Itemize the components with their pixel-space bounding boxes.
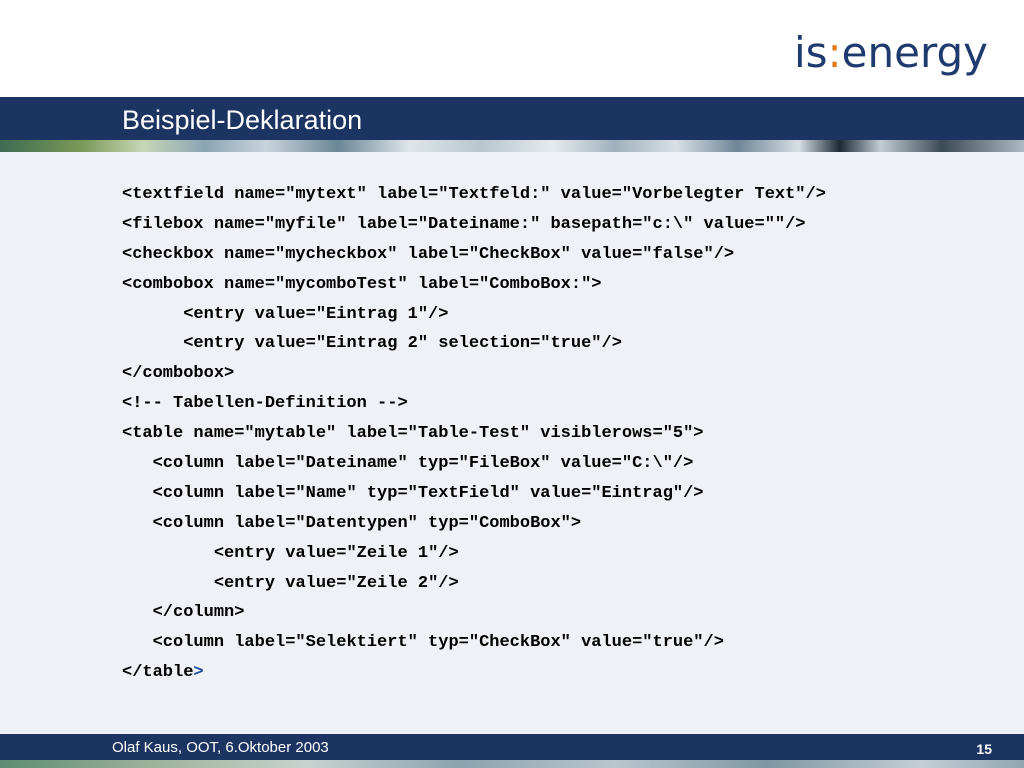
- footer-author-date: Olaf Kaus, OOT, 6.Oktober 2003: [112, 739, 329, 756]
- code-line: <column label="Datentypen" typ="ComboBox…: [122, 509, 1002, 539]
- code-text: <checkbox name="mycheckbox" label="Check…: [122, 244, 735, 264]
- code-text: <combobox name="mycomboTest" label="Comb…: [122, 274, 602, 294]
- code-line: <table name="mytable" label="Table-Test"…: [122, 419, 1002, 449]
- code-line: <filebox name="myfile" label="Dateiname:…: [122, 210, 1002, 240]
- page-number: 15: [976, 741, 992, 757]
- code-text: <textfield name="mytext" label="Textfeld…: [122, 185, 826, 204]
- code-text: </combobox>: [122, 364, 235, 384]
- decorative-photo-strip: [0, 140, 1024, 152]
- code-line: <checkbox name="mycheckbox" label="Check…: [122, 240, 1002, 270]
- code-line: <textfield name="mytext" label="Textfeld…: [122, 180, 1002, 210]
- code-line: <!-- Tabellen-Definition -->: [122, 389, 1002, 419]
- code-line: <entry value="Zeile 1"/>: [122, 539, 1002, 569]
- logo-colon: :: [827, 28, 842, 77]
- code-text: <entry value="Eintrag 1"/>: [183, 304, 449, 324]
- code-text: </column>: [152, 603, 245, 623]
- code-line: <entry value="Eintrag 2" selection="true…: [122, 329, 1002, 359]
- code-text: <column label="Selektiert" typ="CheckBox…: [152, 633, 724, 653]
- company-logo: is:energy: [794, 28, 988, 78]
- code-text-tail: >: [193, 663, 204, 683]
- code-text: </table: [122, 663, 194, 683]
- code-text: <table name="mytable" label="Table-Test"…: [122, 424, 704, 444]
- code-line: <combobox name="mycomboTest" label="Comb…: [122, 270, 1002, 300]
- code-text: <entry value="Eintrag 2" selection="true…: [183, 334, 622, 354]
- code-line: <entry value="Eintrag 1"/>: [122, 300, 1002, 330]
- logo-text-energy: energy: [841, 28, 988, 77]
- code-line: <column label="Selektiert" typ="CheckBox…: [122, 628, 1002, 658]
- decorative-bottom-strip: [0, 760, 1024, 768]
- code-block: <textfield name="mytext" label="Textfeld…: [122, 180, 1002, 688]
- code-text: <column label="Datentypen" typ="ComboBox…: [152, 513, 582, 533]
- code-text: <entry value="Zeile 1"/>: [213, 543, 459, 563]
- code-text: <!-- Tabellen-Definition -->: [122, 394, 408, 414]
- code-line: </column>: [122, 598, 1002, 628]
- code-line: <column label="Name" typ="TextField" val…: [122, 479, 1002, 509]
- code-line: <entry value="Zeile 2"/>: [122, 569, 1002, 599]
- code-text: <filebox name="myfile" label="Dateiname:…: [122, 214, 806, 234]
- code-text: <column label="Name" typ="TextField" val…: [152, 483, 704, 503]
- code-line: </combobox>: [122, 359, 1002, 389]
- slide-title: Beispiel-Deklaration: [122, 105, 363, 135]
- logo-text-is: is: [793, 28, 828, 77]
- code-text: <column label="Dateiname" typ="FileBox" …: [152, 454, 694, 474]
- code-line: <column label="Dateiname" typ="FileBox" …: [122, 449, 1002, 479]
- code-text: <entry value="Zeile 2"/>: [213, 573, 459, 593]
- code-line: </table>: [122, 658, 1002, 688]
